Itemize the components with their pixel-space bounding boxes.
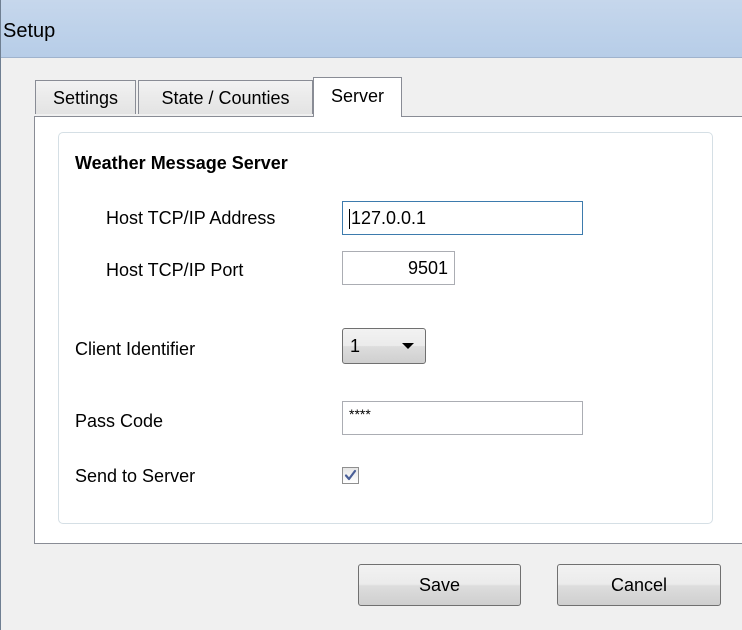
pass-code-input[interactable]: **** xyxy=(342,401,583,435)
client-id-label: Client Identifier xyxy=(75,339,196,359)
group-title: Weather Message Server xyxy=(75,153,288,173)
check-mark-icon xyxy=(344,469,357,481)
host-address-value: 127.0.0.1 xyxy=(351,208,427,228)
host-address-label: Host TCP/IP Address xyxy=(106,208,276,228)
setup-window: Setup Settings State / Counties Server W… xyxy=(0,0,742,630)
save-button[interactable]: Save xyxy=(358,564,521,606)
tab-settings[interactable]: Settings xyxy=(35,80,136,114)
pass-code-label: Pass Code xyxy=(75,411,164,431)
send-to-server-label: Send to Server xyxy=(75,466,196,486)
host-port-input[interactable]: 9501 xyxy=(342,251,455,285)
client-id-dropdown[interactable]: 1 xyxy=(342,328,426,364)
client-id-value: 1 xyxy=(350,336,361,356)
text-caret xyxy=(349,209,350,230)
cancel-button[interactable]: Cancel xyxy=(557,564,721,606)
server-tab-page: Weather Message Server Host TCP/IP Addre… xyxy=(34,116,742,544)
pass-code-value: **** xyxy=(349,406,371,422)
chevron-down-icon xyxy=(402,343,414,349)
tab-server[interactable]: Server xyxy=(313,77,402,117)
tab-state-counties[interactable]: State / Counties xyxy=(138,80,313,114)
host-port-label: Host TCP/IP Port xyxy=(106,260,244,280)
host-port-value: 9501 xyxy=(407,258,448,278)
window-title: Setup xyxy=(3,20,56,42)
send-to-server-checkbox[interactable] xyxy=(342,467,359,484)
host-address-input[interactable]: 127.0.0.1 xyxy=(342,201,583,235)
title-bar: Setup xyxy=(1,0,742,58)
